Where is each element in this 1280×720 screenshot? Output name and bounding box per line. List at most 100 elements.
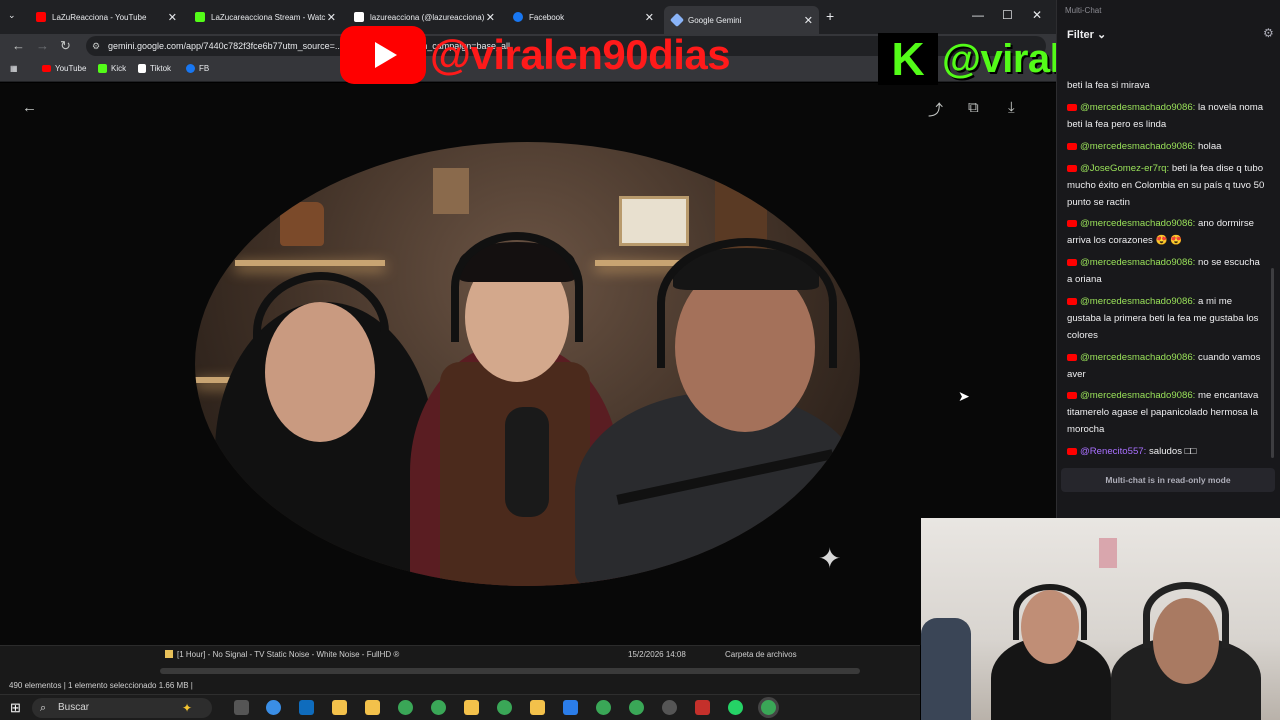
new-tab-button[interactable]: + <box>826 8 834 24</box>
back-icon[interactable]: ← <box>12 38 25 53</box>
youtube-icon <box>1067 353 1077 361</box>
youtube-handle: @viralen90dias <box>430 31 731 78</box>
bookmark-label: Kick <box>111 64 127 73</box>
folder-icon[interactable] <box>530 700 545 715</box>
settings-gear-icon[interactable]: ⚙ <box>1263 26 1274 40</box>
chat-message: @JoseGomez-er7rq: beti la fea dise q tub… <box>1067 160 1267 211</box>
mouse-cursor-icon: ➤ <box>958 388 970 404</box>
chat-scrollbar[interactable] <box>1271 268 1274 458</box>
youtube-icon <box>1067 164 1077 172</box>
chrome-icon[interactable] <box>497 700 512 715</box>
share-icon[interactable]: ⤴ <box>928 99 943 120</box>
file-name[interactable]: [1 Hour] - No Signal - TV Static Noise -… <box>177 650 399 659</box>
tab-label: Google Gemini <box>688 15 742 25</box>
back-arrow-icon[interactable]: ← <box>22 99 37 116</box>
app-icon[interactable] <box>662 700 677 715</box>
close-icon[interactable]: ✕ <box>168 11 177 24</box>
tab-youtube[interactable]: LaZuReacciona - YouTube ✕ <box>28 6 183 28</box>
bookmark-label: FB <box>199 64 210 73</box>
chat-message: @mercedesmachado9086: cuando vamos aver <box>1067 349 1267 383</box>
kick-icon <box>195 12 205 22</box>
app-icon[interactable] <box>563 700 578 715</box>
tab-label: LaZuReacciona - YouTube <box>52 12 147 22</box>
chat-username: @Renecito557: <box>1080 446 1147 457</box>
close-icon[interactable]: ✕ <box>645 11 654 24</box>
download-icon[interactable]: ⤓ <box>1008 99 1015 116</box>
tab-label: Facebook <box>529 12 565 22</box>
framed-picture <box>619 196 689 246</box>
headphones <box>1143 582 1229 648</box>
file-explorer-icon[interactable] <box>365 700 380 715</box>
app-icon[interactable] <box>695 700 710 715</box>
horizontal-scrollbar[interactable] <box>160 668 860 674</box>
bookmark-tiktok[interactable]: Tiktok <box>138 64 171 73</box>
file-explorer-icon[interactable] <box>332 700 347 715</box>
handbag <box>280 202 324 246</box>
search-highlight-icon: ✦ <box>182 701 193 715</box>
tiktok-icon <box>354 12 364 22</box>
youtube-icon <box>1067 391 1077 399</box>
windows-start-icon[interactable]: ⊞ <box>10 700 21 716</box>
bookmark-youtube[interactable]: YouTube <box>42 64 86 73</box>
headphones <box>253 272 389 392</box>
webcam-feed <box>921 518 1280 720</box>
windows-taskbar: ⊞ ⌕ Buscar ✦ <box>0 694 920 720</box>
filter-button[interactable]: Filter ⌄ <box>1067 28 1106 41</box>
chat-message: @Renecito557: saludos □□ <box>1067 443 1267 460</box>
chrome-icon[interactable] <box>629 700 644 715</box>
tab-kick[interactable]: LaZucareacciona Stream - Watc ✕ <box>187 6 342 28</box>
mail-icon[interactable] <box>299 700 314 715</box>
framed-picture <box>433 168 469 214</box>
close-icon[interactable]: ✕ <box>804 14 813 27</box>
folder-icon[interactable] <box>464 700 479 715</box>
headphones <box>1013 584 1087 640</box>
chat-message: @mercedesmachado9086: no se escucha a or… <box>1067 254 1267 288</box>
chat-message: @mercedesmachado9086: a mi me gustaba la… <box>1067 293 1267 344</box>
tiktok-icon <box>138 64 146 73</box>
gemini-sparkle-icon: ✦ <box>818 543 842 574</box>
site-info-icon[interactable]: ⚙ <box>92 36 100 56</box>
chrome-icon[interactable] <box>398 700 413 715</box>
whatsapp-icon[interactable] <box>728 700 743 715</box>
chat-username: @JoseGomez-er7rq: <box>1080 163 1170 174</box>
forward-icon[interactable]: → <box>36 38 49 53</box>
chat-message: @mercedesmachado9086: la novela noma bet… <box>1067 99 1267 133</box>
file-explorer-row[interactable]: [1 Hour] - No Signal - TV Static Noise -… <box>0 645 920 678</box>
chat-username: @mercedesmachado9086: <box>1080 390 1196 401</box>
youtube-icon <box>36 12 46 22</box>
task-view-icon[interactable] <box>234 700 249 715</box>
copilot-icon[interactable] <box>266 700 281 715</box>
headphones <box>451 232 583 342</box>
bookmark-kick[interactable]: Kick <box>98 64 126 73</box>
chrome-icon[interactable] <box>596 700 611 715</box>
close-window-icon[interactable]: ✕ <box>1032 8 1042 22</box>
copy-icon[interactable]: ⧉ <box>968 99 979 116</box>
chrome-icon[interactable] <box>761 700 776 715</box>
youtube-logo-icon <box>340 26 426 84</box>
chat-username: @mercedesmachado9086: <box>1080 257 1196 268</box>
chat-username: @mercedesmachado9086: <box>1080 102 1196 113</box>
minimize-icon[interactable]: — <box>972 8 984 22</box>
bookmark-fb[interactable]: FB <box>186 64 209 73</box>
backpack <box>921 618 971 720</box>
message-text: saludos □□ <box>1148 446 1197 457</box>
kick-logo-icon: K <box>878 33 938 85</box>
maximize-icon[interactable]: ☐ <box>1002 8 1013 22</box>
chat-title: Multi-Chat <box>1065 6 1102 15</box>
tab-search-icon[interactable]: ⌄ <box>8 10 16 21</box>
chrome-icon[interactable] <box>431 700 446 715</box>
explorer-status-bar: 490 elementos | 1 elemento seleccionado … <box>0 678 920 694</box>
message-text: holaa <box>1198 141 1222 152</box>
taskbar-search[interactable]: ⌕ Buscar ✦ <box>32 698 212 718</box>
tab-label: lazureacciona (@lazureacciona) <box>370 12 485 22</box>
readonly-notice: Multi-chat is in read-only mode <box>1061 468 1275 492</box>
chat-message: @mercedesmachado9086: ano dormirse arriv… <box>1067 215 1267 249</box>
close-icon[interactable]: ✕ <box>486 11 495 24</box>
reload-icon[interactable]: ↻ <box>60 38 71 54</box>
apps-icon[interactable]: ▦ <box>10 64 18 73</box>
chat-username: @mercedesmachado9086: <box>1080 352 1196 363</box>
multi-chat-panel: Multi-Chat Filter ⌄ ⚙ beti la fea si mir… <box>1056 0 1280 518</box>
chat-message: beti la fea si mirava <box>1067 77 1267 94</box>
chat-message: @mercedesmachado9086: holaa <box>1067 138 1267 155</box>
close-icon[interactable]: ✕ <box>327 11 336 24</box>
